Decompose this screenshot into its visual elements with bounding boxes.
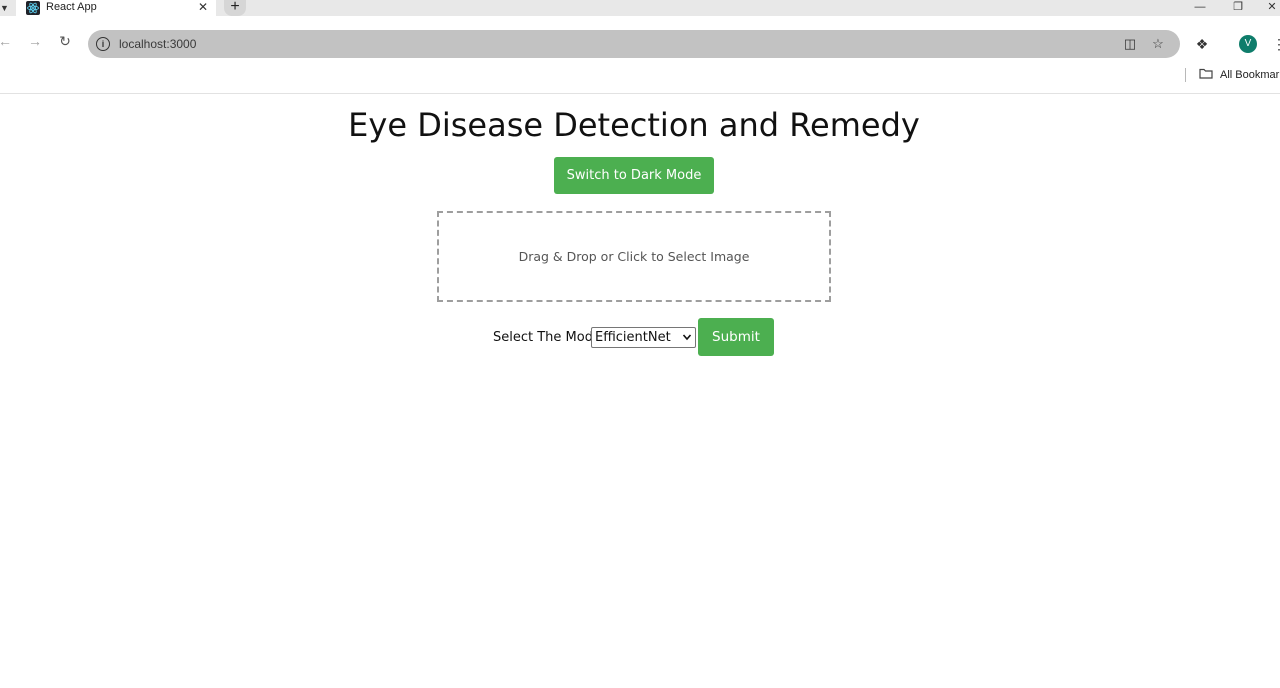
back-arrow-icon[interactable]: ←	[0, 32, 14, 50]
browser-tab[interactable]: React App ✕	[16, 0, 216, 16]
install-app-icon[interactable]: ◫	[1122, 36, 1138, 52]
reload-icon[interactable]: ↻	[56, 32, 74, 50]
all-bookmarks-link[interactable]: All Bookmarks	[1220, 68, 1280, 82]
dropzone-text: Drag & Drop or Click to Select Image	[518, 249, 750, 264]
tab-strip: ▼ React App ✕ + — ❐ ✕	[0, 0, 1280, 16]
bookmarks-divider	[1185, 68, 1186, 82]
tab-search-chevron-icon[interactable]: ▼	[0, 0, 10, 16]
model-select-value: EfficientNet	[595, 330, 671, 345]
minimize-icon[interactable]: —	[1190, 0, 1210, 16]
react-logo-icon	[26, 1, 40, 15]
folder-icon[interactable]	[1199, 68, 1213, 79]
restore-icon[interactable]: ❐	[1228, 0, 1248, 16]
app-page: Eye Disease Detection and Remedy Switch …	[0, 94, 1280, 688]
more-menu-icon[interactable]: ⋮	[1270, 35, 1280, 53]
submit-button[interactable]: Submit	[698, 318, 774, 356]
page-title: Eye Disease Detection and Remedy	[348, 106, 920, 144]
url-text[interactable]: localhost:3000	[119, 36, 196, 52]
model-select-label: Select The Model	[493, 330, 605, 345]
model-select[interactable]: EfficientNet	[591, 327, 696, 348]
tab-close-icon[interactable]: ✕	[198, 0, 208, 14]
site-info-icon[interactable]: i	[96, 37, 110, 51]
profile-avatar[interactable]: V	[1239, 35, 1257, 53]
extensions-puzzle-icon[interactable]: ❖	[1193, 35, 1211, 53]
forward-arrow-icon[interactable]: →	[26, 32, 44, 50]
bookmarks-bar: All Bookmarks	[0, 64, 1280, 94]
image-dropzone[interactable]: Drag & Drop or Click to Select Image	[437, 211, 831, 302]
address-bar[interactable]: i localhost:3000 ◫ ☆	[88, 30, 1180, 58]
dark-mode-toggle-button[interactable]: Switch to Dark Mode	[554, 157, 714, 194]
close-window-icon[interactable]: ✕	[1262, 0, 1280, 16]
new-tab-plus-icon[interactable]: +	[224, 0, 246, 16]
browser-toolbar: ← → ↻ i localhost:3000 ◫ ☆ ❖ V ⋮	[0, 16, 1280, 64]
tab-title: React App	[46, 1, 97, 13]
bookmark-star-icon[interactable]: ☆	[1150, 36, 1166, 52]
chevron-down-icon	[682, 334, 692, 341]
